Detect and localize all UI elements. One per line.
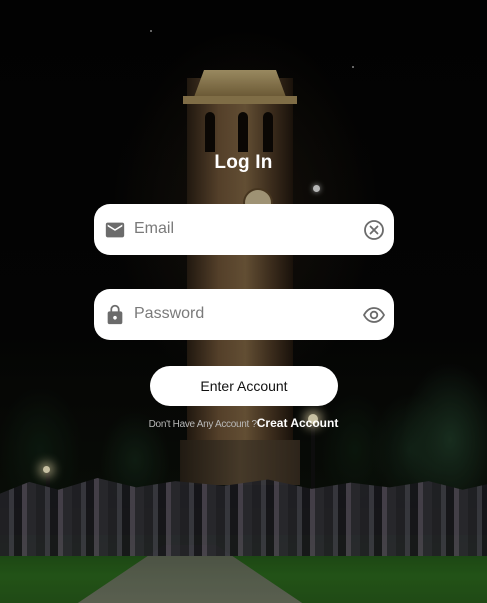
mail-icon xyxy=(105,222,125,238)
signup-row: Don't Have Any Account ?Creat Account xyxy=(0,416,487,430)
password-field[interactable] xyxy=(94,289,394,340)
email-field[interactable] xyxy=(94,204,394,255)
clear-circle-icon[interactable] xyxy=(362,218,386,242)
enter-account-button[interactable]: Enter Account xyxy=(150,366,338,406)
create-account-link[interactable]: Creat Account xyxy=(257,416,339,430)
email-input[interactable] xyxy=(134,216,354,242)
page-title: Log In xyxy=(214,152,273,173)
password-input[interactable] xyxy=(134,301,354,327)
signup-prompt: Don't Have Any Account ? xyxy=(148,419,257,430)
lock-icon xyxy=(107,304,123,325)
eye-icon[interactable] xyxy=(362,303,386,327)
